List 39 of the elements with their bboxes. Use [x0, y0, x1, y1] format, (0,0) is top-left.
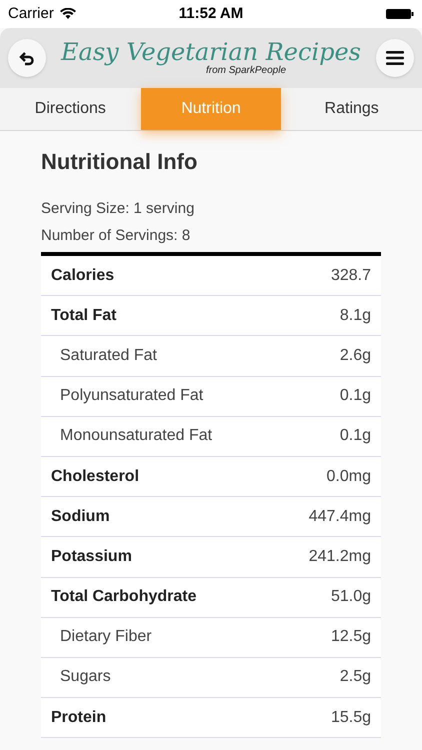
undo-icon	[19, 50, 35, 66]
battery-icon	[386, 8, 414, 20]
menu-icon	[386, 51, 404, 65]
nutrient-name: Total Fat	[51, 306, 116, 326]
nutrient-name: Dietary Fiber	[59, 627, 152, 648]
nutrient-name: Protein	[51, 708, 106, 728]
clock: 11:52 AM	[178, 4, 244, 24]
app-subtitle: from SparkPeople	[206, 66, 286, 76]
back-button[interactable]	[8, 39, 46, 77]
nutrient-name: Sodium	[51, 506, 110, 527]
wifi-icon	[60, 8, 76, 20]
nutrient-name: Calories	[51, 266, 114, 286]
nutrient-value: 2.5g	[340, 667, 371, 688]
menu-button[interactable]	[376, 39, 414, 77]
nutrient-value: 8.1g	[340, 306, 371, 326]
serving-size: Serving Size: 1 serving	[41, 199, 196, 219]
nutrient-value: 0.0mg	[326, 466, 371, 487]
nutrient-value: 447.4mg	[308, 506, 371, 527]
nutrient-value: 15.5g	[330, 708, 371, 728]
nutrient-value: 12.5g	[330, 627, 371, 648]
nutrient-value: 328.7	[330, 266, 371, 286]
nutrient-value: 51.0g	[330, 587, 371, 608]
nutrient-name: Sugars	[59, 667, 111, 688]
carrier-label: Carrier	[8, 4, 54, 24]
nutrient-name: Monounsaturated Fat	[59, 426, 212, 446]
nutrient-value: 0.1g	[340, 426, 371, 446]
tab[interactable]: Ratings	[281, 88, 422, 130]
nutrient-name: Total Carbohydrate	[51, 587, 196, 608]
servings-count: Number of Servings: 8	[41, 226, 192, 246]
app-title: Easy Vegetarian Recipes	[61, 40, 361, 64]
nutrient-name: Polyunsaturated Fat	[59, 386, 204, 406]
nutrient-name: Potassium	[51, 546, 132, 567]
nutrient-name: Saturated Fat	[59, 346, 157, 366]
nutrient-value: 0.1g	[340, 386, 371, 406]
tab[interactable]: Directions	[0, 88, 141, 130]
section-title: Nutritional Info	[41, 148, 198, 176]
nutrient-value: 241.2mg	[308, 546, 371, 567]
nutrient-name: Cholesterol	[51, 466, 140, 487]
nutrient-value: 2.6g	[340, 346, 371, 366]
